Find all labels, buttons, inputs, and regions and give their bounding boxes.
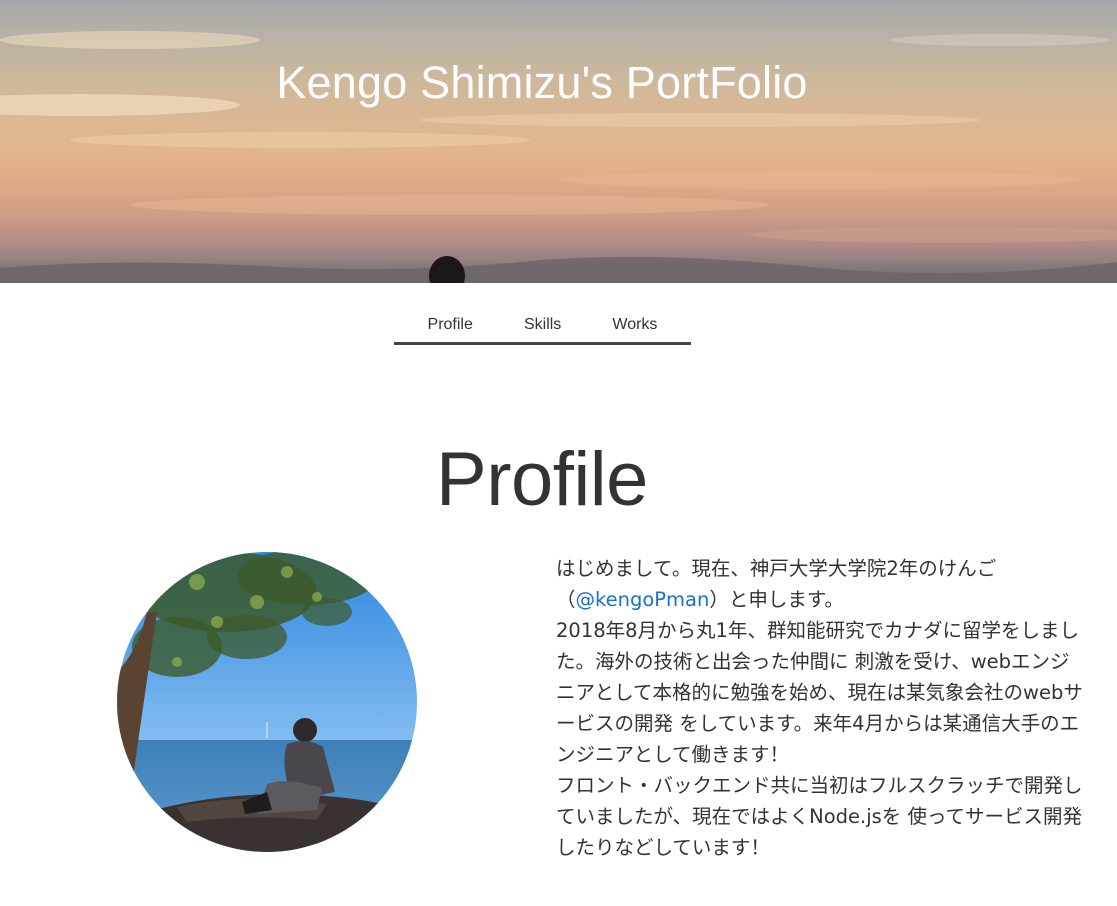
hero-banner: Kengo Shimizu's PortFolio [0, 0, 1117, 283]
bio-line-2: ）と申します。 [709, 588, 844, 611]
profile-bio: はじめまして。現在、神戸大学大学院2年のけんご （@kengoPman）と申しま… [556, 553, 1086, 863]
lakeside-photo-image [117, 552, 417, 852]
profile-photo [117, 552, 417, 852]
tab-skills[interactable]: Skills [524, 303, 561, 343]
bio-paragraph-intro: はじめまして。現在、神戸大学大学院2年のけんご （@kengoPman）と申しま… [556, 553, 1086, 615]
twitter-handle-link[interactable]: @kengoPman [576, 588, 710, 611]
bio-open-paren: （ [556, 588, 576, 611]
profile-heading: Profile [436, 437, 648, 522]
bio-paragraph-development: フロント・バックエンド共に当初はフルスクラッチで開発していましたが、現在ではよく… [556, 774, 1083, 859]
bio-paragraph-career: 2018年8月から丸1年、群知能研究でカナダに留学をしました。海外の技術と出会っ… [556, 619, 1083, 766]
tab-works[interactable]: Works [612, 303, 657, 343]
section-nav: Profile Skills Works [394, 303, 691, 345]
tab-profile[interactable]: Profile [428, 303, 473, 343]
sunset-sky-image [0, 31, 1117, 283]
bio-line-1: はじめまして。現在、神戸大学大学院2年のけんご [556, 557, 997, 580]
page-title: Kengo Shimizu's PortFolio [276, 57, 808, 108]
